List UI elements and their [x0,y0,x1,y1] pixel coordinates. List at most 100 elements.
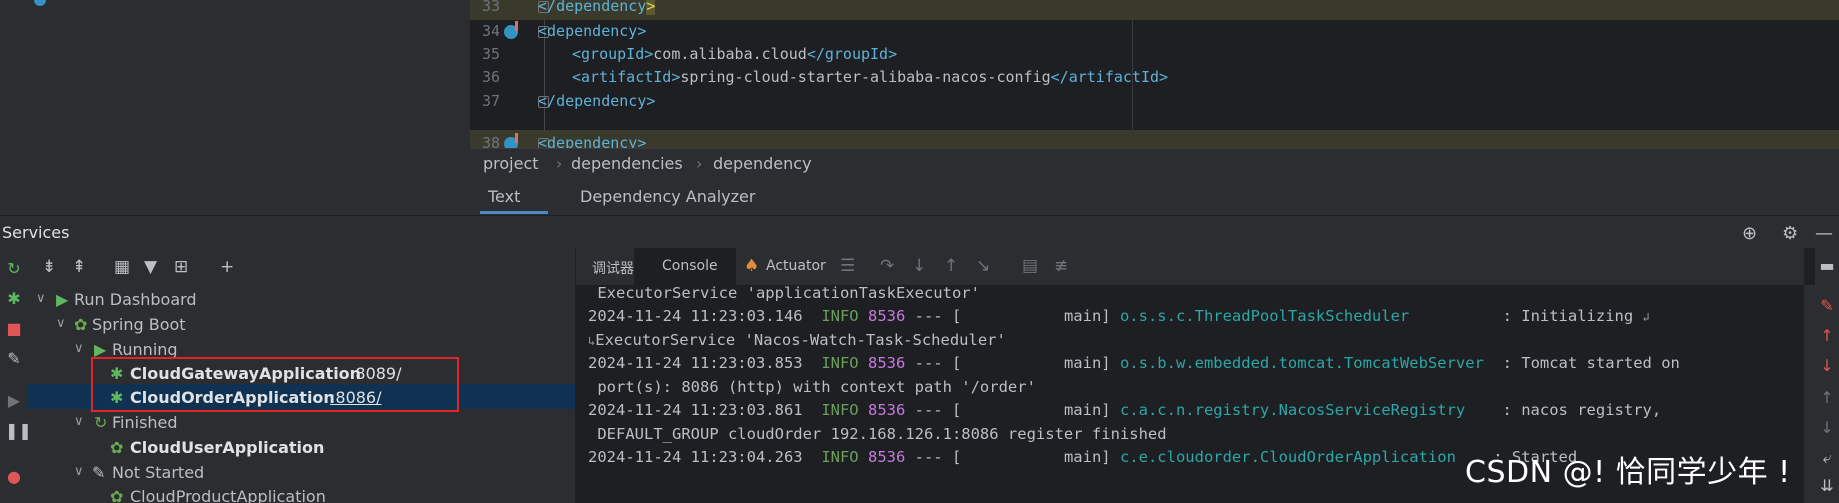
log-level: INFO [821,401,859,419]
evaluate-icon[interactable]: ▤ [1022,256,1038,276]
code-editor[interactable]: 33 </dependency> 34 <dependency> 35 <gro… [470,0,1839,148]
breadcrumb-item-dependency[interactable]: dependency [713,154,812,173]
step-into-icon[interactable]: ↓ [912,256,926,276]
actuator-icon: ♠ [744,256,760,276]
log-thread: --- [ main] [905,354,1120,372]
breadcrumb-item-dependencies[interactable]: dependencies [571,154,683,173]
spring-boot-icon: ✿ [110,438,124,457]
scroll-to-end-icon[interactable]: ⇊ [1818,476,1836,495]
chevron-down-icon[interactable]: ∨ [74,341,84,356]
tag-open: </ [538,0,557,15]
stop-icon[interactable]: ■ [5,320,23,338]
tag-open: < [538,22,548,40]
services-header: Services ⊕ ⚙ — [0,215,1839,248]
editor-line[interactable]: 36 <artifactId>spring-cloud-starter-alib… [470,64,1839,91]
tag-close: > [637,22,647,40]
maven-dependency-icon[interactable] [504,133,518,148]
tree-node-label: Run Dashboard [74,290,197,309]
chevron-down-icon[interactable]: ∨ [74,414,84,429]
line-number: 34 [481,22,500,40]
services-left-toolbar: ↻ ✱ ■ ✎ ▶ ❚❚ ● [0,248,32,503]
log-thread: --- [ main] [905,307,1120,325]
step-over-icon[interactable]: ↷ [880,256,894,276]
add-service-icon[interactable]: + [220,257,234,277]
editor-line[interactable]: 38 <dependency> [470,130,1839,148]
breadcrumb-item-project[interactable]: project [483,154,539,173]
tree-node-finished[interactable]: ∨ ↻ Finished [28,412,575,437]
console-line: 2024-11-24 11:23:03.861 INFO 8536 --- [ … [588,401,1661,419]
log-level: INFO [821,307,859,325]
minimize-icon[interactable]: — [1815,223,1833,244]
active-tab-indicator [480,211,548,214]
prev-occurrence-icon[interactable]: ↑ [1818,388,1836,407]
tag-close: > [637,134,647,148]
tag-value: com.alibaba.cloud [653,45,807,63]
tag-name: dependency [547,134,638,148]
breadcrumb: project › dependencies › dependency [470,148,1839,178]
maven-dependency-icon[interactable] [504,21,518,39]
down-arrow-icon[interactable]: ↓ [1818,356,1836,375]
collapse-all-icon[interactable]: ⇞ [72,257,86,277]
log-logger[interactable]: o.s.b.w.embedded.tomcat.TomcatWebServer [1120,354,1484,372]
log-message: : Initializing [1409,307,1643,325]
chevron-down-icon[interactable]: ∨ [74,464,84,479]
tree-node-spring-boot[interactable]: ∨ ✿ Spring Boot [28,314,575,339]
run-to-cursor-icon[interactable]: ↘ [976,256,990,276]
tag-value: spring-cloud-starter-alibaba-nacos-confi… [680,68,1051,86]
chevron-down-icon[interactable]: ∨ [36,291,46,306]
pause-icon[interactable]: ❚❚ [5,422,32,440]
chevron-down-icon[interactable]: ∨ [56,316,66,331]
crosshair-icon[interactable]: ⊕ [1742,223,1757,244]
gear-icon[interactable]: ⚙ [1782,223,1798,244]
resume-icon[interactable]: ▶ [5,392,23,410]
wrench-icon[interactable]: ✎ [5,350,23,368]
line-number: 38 [481,134,500,148]
threads-icon[interactable]: ☰ [840,256,855,276]
chevron-right-icon: › [556,154,563,173]
view-breakpoints-icon[interactable]: ● [5,468,23,486]
tab-console[interactable]: Console [662,258,718,274]
tab-debugger[interactable]: 调试器 [592,258,634,278]
tag-name: artifactId [581,68,672,86]
tree-node-label: Finished [112,413,178,432]
spring-boot-icon: ✿ [74,315,88,334]
editor-line[interactable]: 37 </dependency> [470,88,1839,115]
tree-node-cloud-user[interactable]: ✿ CloudUserApplication [28,437,575,462]
tree-node-label: Spring Boot [92,315,186,334]
tag-open: </ [538,92,557,110]
log-logger[interactable]: o.s.s.c.ThreadPoolTaskScheduler [1120,307,1409,325]
tree-node-run-dashboard[interactable]: ∨ ▶ Run Dashboard [28,289,575,314]
tab-dependency-analyzer[interactable]: Dependency Analyzer [580,187,755,206]
log-logger[interactable]: c.a.c.n.registry.NacosServiceRegistry [1120,401,1465,419]
filter-icon[interactable]: ▼ [144,257,157,277]
console-line: 2024-11-24 11:23:03.146 INFO 8536 --- [ … [588,307,1650,325]
editor-line[interactable]: 33 </dependency> [470,0,1839,20]
log-thread: --- [ main] [905,448,1120,466]
layout-icon[interactable]: ▬ [1818,256,1836,275]
next-occurrence-icon[interactable]: ↓ [1818,418,1836,437]
clear-console-icon[interactable]: ✎ [1818,296,1836,315]
spring-boot-icon: ✿ [110,487,124,503]
tree-node-not-started[interactable]: ∨ ✎ Not Started [28,462,575,487]
new-tab-icon[interactable]: ⊞ [174,257,188,277]
wrench-icon: ✎ [92,463,106,482]
log-message: : nacos registry, [1465,401,1662,419]
step-out-icon[interactable]: ↑ [944,256,958,276]
soft-wrap-icon: ↲ [1642,310,1650,324]
log-thread: --- [ main] [905,401,1120,419]
soft-wrap-toggle-icon[interactable]: ⤶ [1818,448,1836,468]
expand-all-icon[interactable]: ⇟ [42,257,56,277]
console-scrollbar[interactable] [1804,285,1815,503]
log-message: ExecutorService 'Nacos-Watch-Task-Schedu… [595,331,1006,349]
log-logger[interactable]: c.e.cloudorder.CloudOrderApplication [1120,448,1456,466]
up-arrow-icon[interactable]: ↑ [1818,326,1836,345]
tree-node-cloud-product[interactable]: ✿ CloudProductApplication [28,486,575,503]
highlight-annotation-box [91,357,459,412]
trace-icon[interactable]: ≢ [1054,256,1068,276]
rerun-icon[interactable]: ↻ [5,260,23,278]
tab-text[interactable]: Text [488,187,520,206]
debug-icon[interactable]: ✱ [5,290,23,308]
tab-actuator[interactable]: Actuator [766,258,826,274]
tag-name: dependency [556,92,647,110]
group-by-icon[interactable]: ▦ [114,257,130,277]
